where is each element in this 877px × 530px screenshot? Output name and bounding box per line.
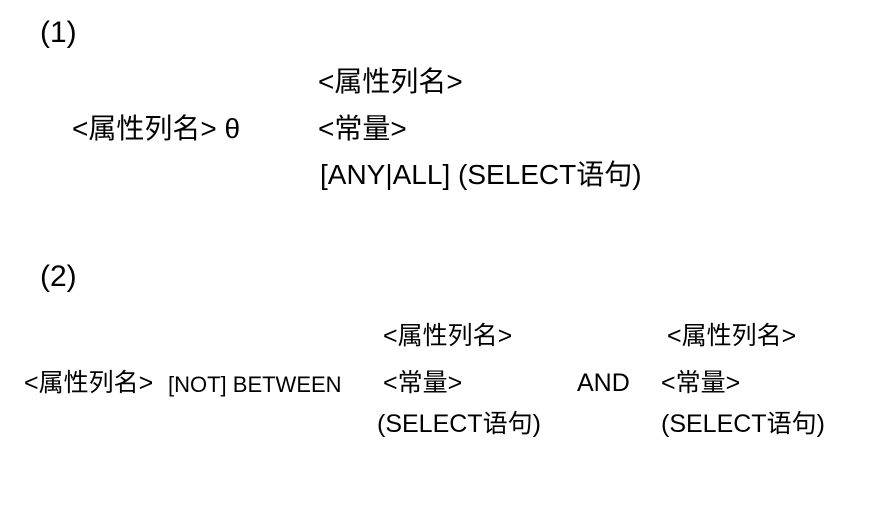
section-2-lower-option-attribute: <属性列名> [383,322,513,350]
section-1-option-attribute: <属性列名> [318,66,463,97]
section-2-lower-option-subquery: (SELECT语句) [377,410,541,438]
section-2-upper-option-attribute: <属性列名> [667,322,797,350]
section-2-upper-option-constant: <常量> [661,369,741,397]
section-2-lower-option-constant: <常量> [383,369,463,397]
section-2-lhs: <属性列名> [24,369,154,397]
section-2-operator: [NOT] BETWEEN [168,372,342,397]
section-2-conjunction: AND [577,369,630,397]
section-2-marker: (2) [40,260,77,293]
section-1-marker: (1) [40,16,77,49]
section-1-option-subquery: [ANY|ALL] (SELECT语句) [320,159,642,190]
section-1-option-constant: <常量> [318,113,407,144]
section-2-upper-option-subquery: (SELECT语句) [661,410,825,438]
section-1-lhs: <属性列名> θ [72,113,241,144]
